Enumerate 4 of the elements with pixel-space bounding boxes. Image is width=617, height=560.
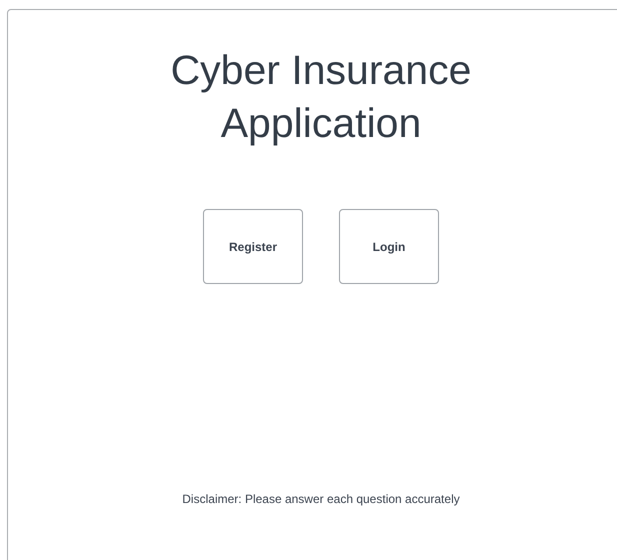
login-button[interactable]: Login [339, 209, 439, 284]
page-title: Cyber Insurance Application [170, 46, 472, 148]
disclaimer-text: Disclaimer: Please answer each question accurately [182, 492, 460, 506]
register-button[interactable]: Register [203, 209, 303, 284]
